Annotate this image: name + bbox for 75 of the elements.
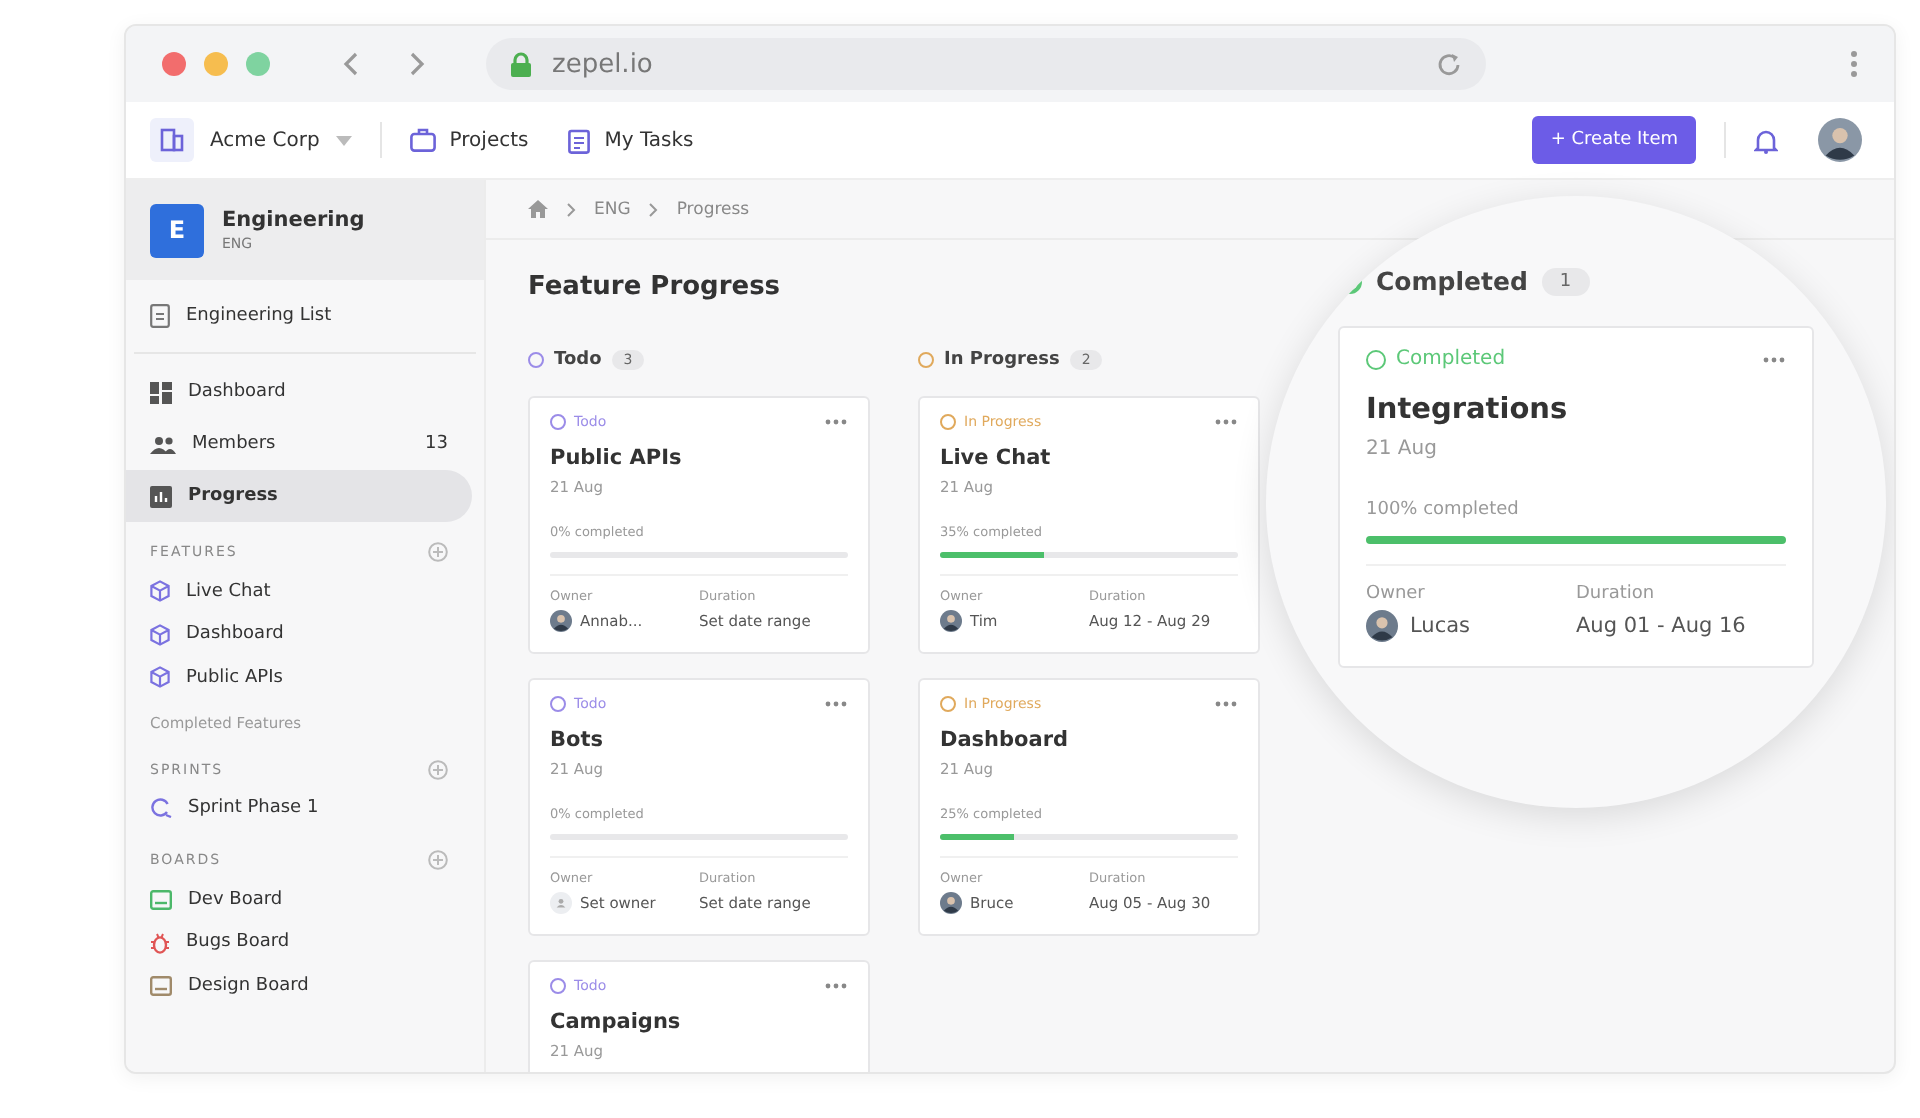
add-icon[interactable] bbox=[428, 759, 448, 779]
cube-icon bbox=[150, 666, 170, 689]
more-icon[interactable] bbox=[824, 700, 848, 708]
team-name: Engineering bbox=[222, 208, 365, 232]
duration-label: Duration bbox=[1576, 584, 1657, 604]
briefcase-icon bbox=[409, 128, 436, 152]
forward-icon[interactable] bbox=[406, 50, 426, 78]
more-icon[interactable] bbox=[1214, 418, 1238, 426]
column-title: Completed bbox=[1376, 266, 1528, 296]
board-icon bbox=[150, 889, 172, 910]
more-icon[interactable] bbox=[1762, 355, 1786, 363]
back-icon[interactable] bbox=[342, 50, 362, 78]
card-title: Bots bbox=[550, 728, 605, 752]
card-title: Live Chat bbox=[940, 446, 1053, 470]
building-icon bbox=[150, 118, 194, 162]
user-avatar[interactable] bbox=[1818, 118, 1862, 162]
card-title: Dashboard bbox=[940, 728, 1071, 752]
chevron-icon bbox=[648, 201, 659, 217]
sidebar-item[interactable]: Members 13 bbox=[126, 418, 472, 470]
card-date: 21 Aug bbox=[1366, 438, 1439, 460]
page-title: Feature Progress bbox=[528, 272, 781, 302]
sidebar-item[interactable]: Live Chat bbox=[126, 570, 472, 613]
grid-icon bbox=[150, 381, 172, 403]
create-item-button[interactable]: + Create Item bbox=[1532, 116, 1696, 164]
count-badge: 1 bbox=[1541, 267, 1590, 295]
feature-card[interactable]: Completed Integrations 21 Aug 100% completed Owner Lucas Duration Aug 01 - Aug 16 bbox=[1338, 326, 1814, 668]
card-title: Campaigns bbox=[550, 1010, 683, 1034]
add-icon[interactable] bbox=[428, 542, 448, 562]
document-icon bbox=[150, 304, 170, 328]
owner-label: Owner bbox=[1366, 584, 1427, 604]
owner-name: Lucas bbox=[1410, 614, 1470, 638]
reload-icon[interactable] bbox=[1436, 51, 1462, 77]
close-icon[interactable] bbox=[162, 52, 186, 76]
more-icon[interactable] bbox=[824, 982, 848, 990]
lock-icon bbox=[510, 51, 532, 77]
status-label: Completed bbox=[1366, 348, 1506, 370]
minimize-icon[interactable] bbox=[204, 52, 228, 76]
team-logo: E bbox=[150, 203, 204, 257]
cube-icon bbox=[150, 580, 170, 603]
column-title: Todo bbox=[554, 350, 602, 370]
maximize-icon[interactable] bbox=[246, 52, 270, 76]
sidebar-item[interactable]: Dashboard bbox=[126, 366, 472, 418]
user-placeholder-icon[interactable] bbox=[550, 892, 572, 914]
cube-icon bbox=[150, 623, 170, 646]
sidebar-item[interactable]: Bugs Board bbox=[126, 921, 472, 964]
add-icon[interactable] bbox=[428, 850, 448, 870]
more-icon[interactable] bbox=[824, 418, 848, 426]
more-icon[interactable] bbox=[1214, 700, 1238, 708]
sidebar-item[interactable]: Progress bbox=[126, 470, 472, 522]
clipboard-icon bbox=[568, 127, 591, 153]
bell-icon[interactable] bbox=[1754, 127, 1778, 153]
sprint-icon bbox=[150, 798, 172, 819]
home-icon[interactable] bbox=[528, 200, 548, 218]
sidebar-item[interactable]: Dashboard bbox=[126, 613, 472, 656]
board-icon bbox=[150, 975, 172, 996]
chevron-icon bbox=[566, 201, 576, 217]
caret-icon bbox=[335, 135, 352, 145]
sidebar-item[interactable]: Engineering List bbox=[126, 280, 472, 352]
menu-icon[interactable] bbox=[1850, 50, 1858, 78]
card-title: Integrations bbox=[1366, 394, 1570, 426]
progress-text: 100% completed bbox=[1366, 500, 1521, 520]
address-bar[interactable]: zepel.io bbox=[486, 38, 1486, 90]
sidebar-item[interactable]: Design Board bbox=[126, 964, 472, 1007]
sidebar-item[interactable]: Public APIs bbox=[126, 656, 472, 699]
sidebar-item[interactable]: Dev Board bbox=[126, 878, 472, 921]
bug-icon bbox=[150, 931, 170, 954]
chart-icon bbox=[150, 485, 172, 507]
sidebar-item[interactable]: Sprint Phase 1 bbox=[126, 787, 472, 830]
card-title: Public APIs bbox=[550, 446, 684, 470]
nav-link[interactable]: My Tasks bbox=[568, 127, 694, 153]
column-title: In Progress bbox=[944, 350, 1060, 370]
people-icon bbox=[150, 435, 176, 453]
nav-link[interactable]: Projects bbox=[409, 128, 529, 152]
workspace-switcher[interactable]: Acme Corp bbox=[150, 118, 352, 162]
duration-value: Aug 01 - Aug 16 bbox=[1576, 612, 1748, 642]
